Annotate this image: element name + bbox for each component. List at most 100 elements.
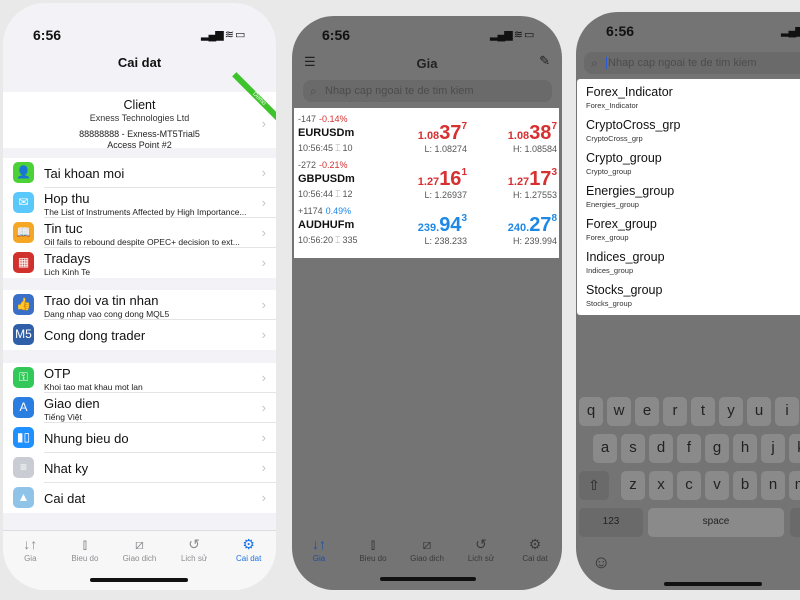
- quote-change: -147 -0.14%: [298, 114, 348, 124]
- key-a[interactable]: a: [593, 434, 617, 463]
- key-q[interactable]: q: [579, 397, 603, 426]
- group-item[interactable]: Stocks_group Stocks_group: [586, 283, 662, 308]
- tab-label: Bieu do: [71, 554, 99, 563]
- change-points: +1174: [298, 206, 323, 216]
- tab-label: Lich sử: [180, 554, 208, 563]
- shift-key[interactable]: ⇧: [579, 471, 609, 500]
- key-v[interactable]: v: [705, 471, 729, 500]
- key-b[interactable]: b: [733, 471, 757, 500]
- group-name: CryptoCross_grp: [586, 118, 681, 132]
- key-g[interactable]: g: [705, 434, 729, 463]
- key-h[interactable]: h: [733, 434, 757, 463]
- settings-item-hop-thu[interactable]: ✉ Hop thu The List of Instruments Affected…: [3, 188, 276, 218]
- tab-lich-sử[interactable]: ↺ Lich sử: [454, 536, 508, 563]
- status-icons: ▂▄▆ ≋ ▭: [490, 29, 534, 41]
- thumbs-up-icon: 👍: [13, 294, 34, 315]
- settings-item-tai-khoan-moi[interactable]: 👤 Tai khoan moi ›: [3, 158, 276, 188]
- key-k[interactable]: k: [789, 434, 800, 463]
- tab-gia[interactable]: ↓↑ Gia: [292, 536, 346, 563]
- account-card[interactable]: Client Exness Technologies Ltd 88888888 …: [3, 72, 276, 150]
- emoji-icon[interactable]: ☺: [592, 552, 610, 573]
- numbers-key[interactable]: 123: [579, 508, 643, 537]
- quote-row[interactable]: +1174 0.49% AUDHUFm 10:56:20 ⌶ 335 239.943 240.…: [294, 200, 559, 250]
- bid-pipette: 3: [461, 213, 467, 224]
- tab-bar: ↓↑ Gia ⫾ Bieu do ⧄ Giao dich ↺ Lich sử ⚙ Cai dat: [3, 536, 276, 563]
- quote-low: L: 1.26937: [424, 190, 467, 200]
- search-placeholder: Nhap cap ngoai te de tim kiem: [606, 57, 757, 69]
- group-item[interactable]: Crypto_group Crypto_group: [586, 151, 662, 176]
- tab-giao-dich[interactable]: ⧄ Giao dich: [400, 536, 454, 563]
- mql5-icon: M5: [13, 324, 34, 345]
- group-description: CryptoCross_grp: [586, 134, 643, 143]
- settings-item-tradays[interactable]: ▦ Tradays Lich Kinh Te ›: [3, 248, 276, 278]
- settings-item-otp[interactable]: ⚿ OTP Khoi tao mat khau mot lan ›: [3, 363, 276, 393]
- tab-label: Cai dat: [522, 554, 548, 563]
- settings-item-subtitle: Oil fails to rebound despite OPEC+ decis…: [44, 237, 240, 247]
- status-icons: ▂▄▆ ≋ ▭: [201, 29, 245, 41]
- bid-pipette: 1: [461, 167, 467, 178]
- tab-label: Gia: [24, 554, 37, 563]
- key-e[interactable]: e: [635, 397, 659, 426]
- tab-cai-dat[interactable]: ⚙ Cai dat: [508, 536, 562, 563]
- change-percent: -0.14%: [319, 114, 348, 124]
- space-key[interactable]: space: [648, 508, 784, 537]
- key-f[interactable]: f: [677, 434, 701, 463]
- search-input[interactable]: ⌕ Nhap cap ngoai te de tim kiem: [584, 52, 800, 74]
- settings-item-trao-doi-va-tin-nhan[interactable]: 👍 Trao doi va tin nhan Dang nhap vao cong …: [3, 290, 276, 320]
- key-i[interactable]: i: [775, 397, 799, 426]
- settings-group-3: ⚿ OTP Khoi tao mat khau mot lan › A Giao dien…: [3, 363, 276, 513]
- time: 10:56:20: [298, 235, 334, 245]
- return-key[interactable]: [790, 508, 800, 537]
- key-n[interactable]: n: [761, 471, 785, 500]
- key-y[interactable]: y: [719, 397, 743, 426]
- quote-row[interactable]: -272 -0.21% GBPUSDm 10:56:44 ⌶ 12 1.27161 1.271…: [294, 154, 559, 204]
- tab-bieu-do[interactable]: ⫾ Bieu do: [58, 536, 112, 563]
- group-description: Crypto_group: [586, 167, 632, 176]
- quote-symbol: AUDHUFm: [298, 219, 355, 231]
- key-r[interactable]: r: [663, 397, 687, 426]
- account-name: Client: [123, 98, 156, 112]
- key-w[interactable]: w: [607, 397, 631, 426]
- settings-item-nhat-ky[interactable]: ≡ Nhat ky ›: [3, 453, 276, 483]
- tab-gia[interactable]: ↓↑ Gia: [3, 536, 57, 563]
- settings-group-1: 👤 Tai khoan moi › ✉ Hop thu The List of Instr…: [3, 158, 276, 278]
- quote-symbol: GBPUSDm: [298, 173, 355, 185]
- key-u[interactable]: u: [747, 397, 771, 426]
- tab-cai-dat[interactable]: ⚙ Cai dat: [222, 536, 276, 563]
- ask-prefix: 1.08: [507, 130, 530, 142]
- key-d[interactable]: d: [649, 434, 673, 463]
- group-name: Stocks_group: [586, 283, 663, 297]
- spread-icon: ⌶: [335, 143, 341, 153]
- settings-item-tin-tuc[interactable]: 📖 Tin tuc Oil fails to rebound despite OPE…: [3, 218, 276, 248]
- search-input[interactable]: ⌕ Nhap cap ngoai te de tim kiem: [303, 80, 552, 102]
- ask-pipette: 8: [551, 213, 557, 224]
- tab-bieu-do[interactable]: ⫾ Bieu do: [346, 536, 400, 563]
- key-c[interactable]: c: [677, 471, 701, 500]
- settings-item-giao-dien[interactable]: A Giao dien Tiếng Việt ›: [3, 393, 276, 423]
- home-indicator: [380, 577, 476, 581]
- key-x[interactable]: x: [649, 471, 673, 500]
- quotes-screen: 6:56 ▂▄▆ ≋ ▭ ☰ Gia ✎ ⌕ Nhap cap ngoai te…: [292, 16, 562, 590]
- group-item[interactable]: CryptoCross_grp CryptoCross_grp: [586, 118, 680, 143]
- chevron-right-icon: ›: [261, 297, 266, 312]
- group-item[interactable]: Forex_group Forex_group: [586, 217, 657, 242]
- key-m[interactable]: m: [789, 471, 800, 500]
- tab-giao-dich[interactable]: ⧄ Giao dich: [112, 536, 166, 563]
- key-t[interactable]: t: [691, 397, 715, 426]
- group-item[interactable]: Forex_Indicator Forex_Indicator: [586, 85, 673, 110]
- settings-item-label: Tradays: [44, 251, 91, 266]
- key-s[interactable]: s: [621, 434, 645, 463]
- settings-item-nhung-bieu-do[interactable]: ▮▯ Nhung bieu do ›: [3, 423, 276, 453]
- tab-lich-sử[interactable]: ↺ Lich sử: [167, 536, 221, 563]
- group-item[interactable]: Indices_group Indices_group: [586, 250, 665, 275]
- edit-icon[interactable]: ✎: [539, 53, 550, 69]
- settings-item-cong-dong-trader[interactable]: M5 Cong dong trader ›: [3, 320, 276, 350]
- search-icon: ⌕: [310, 84, 317, 98]
- ask-prefix: 1.27: [507, 176, 530, 188]
- trade-icon: ⧄: [422, 536, 432, 552]
- key-j[interactable]: j: [761, 434, 785, 463]
- key-z[interactable]: z: [621, 471, 645, 500]
- quote-row[interactable]: -147 -0.14% EURUSDm 10:56:45 ⌶ 10 1.08377 1.083…: [294, 108, 559, 158]
- group-item[interactable]: Energies_group Energies_group: [586, 184, 674, 209]
- settings-item-cai-dat[interactable]: ▲ Cai dat ›: [3, 483, 276, 513]
